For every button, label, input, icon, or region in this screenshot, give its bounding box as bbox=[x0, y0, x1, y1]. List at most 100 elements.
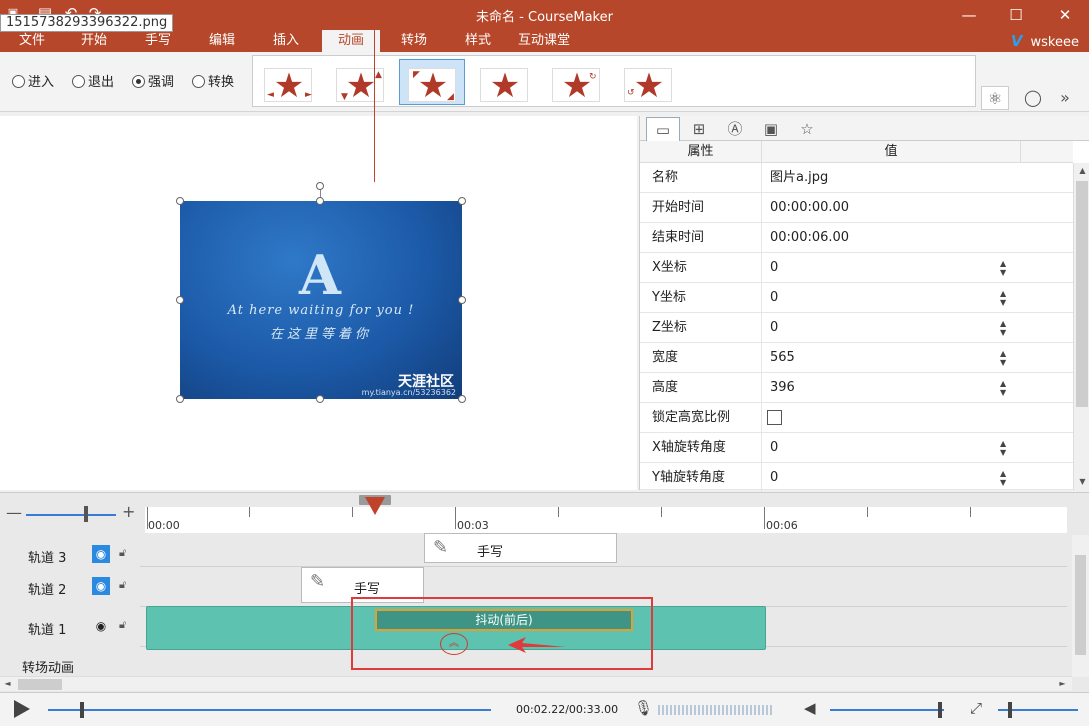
play-icon[interactable] bbox=[14, 700, 30, 718]
scroll-up-icon[interactable]: ▲ bbox=[1074, 163, 1089, 179]
volume-slider[interactable] bbox=[830, 709, 944, 711]
prop-value[interactable]: 0 bbox=[770, 463, 778, 493]
lock-aspect-checkbox[interactable] bbox=[767, 410, 782, 425]
maximize-button[interactable]: ☐ bbox=[993, 0, 1039, 30]
effect-swing[interactable]: ★ ↺ bbox=[617, 59, 683, 105]
resize-handle-sw[interactable] bbox=[176, 395, 184, 403]
tab-text-icon[interactable]: Ⓐ bbox=[718, 117, 752, 141]
resize-handle-n[interactable] bbox=[316, 197, 324, 205]
menu-file[interactable]: 文件 bbox=[10, 30, 54, 52]
menu-insert[interactable]: 插入 bbox=[264, 30, 308, 52]
user-account[interactable]: Vwskeee bbox=[1011, 30, 1079, 52]
prop-key: 高度 bbox=[652, 380, 679, 395]
scroll-thumb[interactable] bbox=[1076, 181, 1088, 407]
comment-icon[interactable]: ◯ bbox=[1019, 86, 1047, 110]
prop-value[interactable]: 0 bbox=[770, 253, 778, 283]
scroll-right-icon[interactable]: ► bbox=[1055, 676, 1070, 692]
zoom-in-icon[interactable]: + bbox=[122, 502, 135, 521]
resize-handle-ne[interactable] bbox=[458, 197, 466, 205]
menu-animation[interactable]: 动画 bbox=[322, 30, 380, 52]
prop-value[interactable]: 565 bbox=[770, 343, 795, 373]
microphone-icon[interactable]: 🎙︎ bbox=[634, 699, 653, 717]
menu-style[interactable]: 样式 bbox=[456, 30, 500, 52]
resize-handle-w[interactable] bbox=[176, 296, 184, 304]
volume-icon[interactable]: ◀ bbox=[804, 699, 816, 717]
spinner-icon[interactable]: ▲ ▼ bbox=[1000, 349, 1006, 367]
prop-value[interactable]: 00:00:00.00 bbox=[770, 193, 849, 223]
effect-shake-horizontal[interactable]: ★ ◄ ► bbox=[257, 59, 323, 105]
timeline-hscroll[interactable]: ◄ ► bbox=[0, 676, 1072, 691]
handwrite-clip-track3[interactable]: ✎ 手写 bbox=[424, 533, 617, 563]
spinner-icon[interactable]: ▲ ▼ bbox=[1000, 259, 1006, 277]
prop-key: 名称 bbox=[652, 170, 679, 185]
prop-value[interactable]: 0 bbox=[770, 283, 778, 313]
spinner-icon[interactable]: ▲ ▼ bbox=[1000, 319, 1006, 337]
radio-enter[interactable]: 进入 bbox=[12, 74, 54, 92]
ruler-tick bbox=[352, 507, 353, 517]
radio-transform[interactable]: 转换 bbox=[192, 74, 234, 92]
image-letter: A bbox=[299, 243, 343, 307]
spinner-icon[interactable]: ▲ ▼ bbox=[1000, 379, 1006, 397]
tab-layout-icon[interactable]: ⊞ bbox=[682, 117, 716, 141]
spinner-icon[interactable]: ▲ ▼ bbox=[1000, 469, 1006, 487]
resize-handle-nw[interactable] bbox=[176, 197, 184, 205]
tab-media-icon[interactable]: ▣ bbox=[754, 117, 788, 141]
effect-shake-vertical[interactable]: ★ ▲ ▼ bbox=[329, 59, 395, 105]
selected-image[interactable]: A At here waiting for you ! 在这里等着你 天涯社区 … bbox=[180, 201, 462, 399]
unlock-icon[interactable]: 🔓︎ bbox=[119, 546, 126, 560]
timeline-vscroll[interactable] bbox=[1072, 535, 1089, 677]
resize-handle-se[interactable] bbox=[458, 395, 466, 403]
scroll-thumb[interactable] bbox=[18, 679, 62, 690]
visibility-off-icon[interactable]: ◉ bbox=[92, 577, 110, 595]
prop-row-height: 高度 396 ▲ ▼ bbox=[640, 373, 1073, 403]
scroll-down-icon[interactable]: ▼ bbox=[1074, 474, 1089, 490]
speed-slider-thumb[interactable] bbox=[1008, 702, 1012, 718]
scroll-left-icon[interactable]: ◄ bbox=[0, 676, 15, 692]
fullscreen-icon[interactable]: ⤢ bbox=[970, 699, 982, 717]
menu-transition[interactable]: 转场 bbox=[392, 30, 436, 52]
prop-value[interactable]: 图片a.jpg bbox=[770, 163, 828, 193]
effect-pulse[interactable]: ★ bbox=[473, 59, 539, 105]
close-button[interactable]: ✕ bbox=[1042, 0, 1088, 30]
radio-dot bbox=[192, 75, 205, 88]
visibility-off-icon[interactable]: ◉ bbox=[92, 545, 110, 563]
tab-window-icon[interactable]: ▭ bbox=[646, 117, 680, 141]
unlock-icon[interactable]: 🔓︎ bbox=[119, 578, 126, 592]
spinner-icon[interactable]: ▲ ▼ bbox=[1000, 289, 1006, 307]
scroll-thumb[interactable] bbox=[1075, 555, 1086, 655]
effect-shake-depth[interactable]: ★ ◤ ◢ bbox=[399, 59, 465, 105]
prop-value[interactable]: 396 bbox=[770, 373, 795, 403]
menu-edit[interactable]: 编辑 bbox=[200, 30, 244, 52]
zoom-out-icon[interactable]: — bbox=[6, 503, 22, 522]
prop-value[interactable]: 00:00:06.00 bbox=[770, 223, 849, 253]
unlock-icon[interactable]: 🔓︎ bbox=[119, 618, 126, 632]
spinner-icon[interactable]: ▲ ▼ bbox=[1000, 439, 1006, 457]
menu-interactive-class[interactable]: 互动课堂 bbox=[514, 30, 574, 52]
minimize-button[interactable]: — bbox=[946, 0, 992, 30]
playback-progress-thumb[interactable] bbox=[80, 702, 84, 718]
atom-settings-icon[interactable]: ⚛ bbox=[981, 86, 1009, 110]
zoom-slider[interactable] bbox=[26, 514, 116, 516]
transition-row-header: 转场动画 bbox=[0, 647, 140, 677]
volume-slider-thumb[interactable] bbox=[938, 702, 942, 718]
track-2-header: 轨道 2 ◉ 🔓︎ bbox=[0, 567, 140, 607]
menu-start[interactable]: 开始 bbox=[72, 30, 116, 52]
expand-chevron-icon[interactable]: » bbox=[1051, 86, 1079, 110]
playback-progress-slider[interactable] bbox=[48, 709, 491, 711]
resize-handle-e[interactable] bbox=[458, 296, 466, 304]
tab-star-icon[interactable]: ☆ bbox=[790, 117, 824, 141]
prop-value[interactable]: 0 bbox=[770, 313, 778, 343]
effect-spin[interactable]: ★ ↻ bbox=[545, 59, 611, 105]
radio-emphasis[interactable]: 强调 bbox=[132, 74, 174, 92]
zoom-slider-thumb[interactable] bbox=[84, 506, 88, 522]
properties-scrollbar[interactable]: ▲ ▼ bbox=[1073, 163, 1089, 490]
rotate-handle[interactable] bbox=[316, 182, 324, 190]
menu-handwrite[interactable]: 手写 bbox=[136, 30, 180, 52]
prop-value[interactable]: 0 bbox=[770, 433, 778, 463]
arrow-diag-icon: ◤ bbox=[413, 70, 420, 80]
visibility-on-icon[interactable]: ◉ bbox=[92, 617, 110, 635]
prop-key: X轴旋转角度 bbox=[652, 440, 726, 455]
playhead-marker[interactable] bbox=[365, 497, 385, 515]
radio-exit[interactable]: 退出 bbox=[72, 74, 114, 92]
resize-handle-s[interactable] bbox=[316, 395, 324, 403]
